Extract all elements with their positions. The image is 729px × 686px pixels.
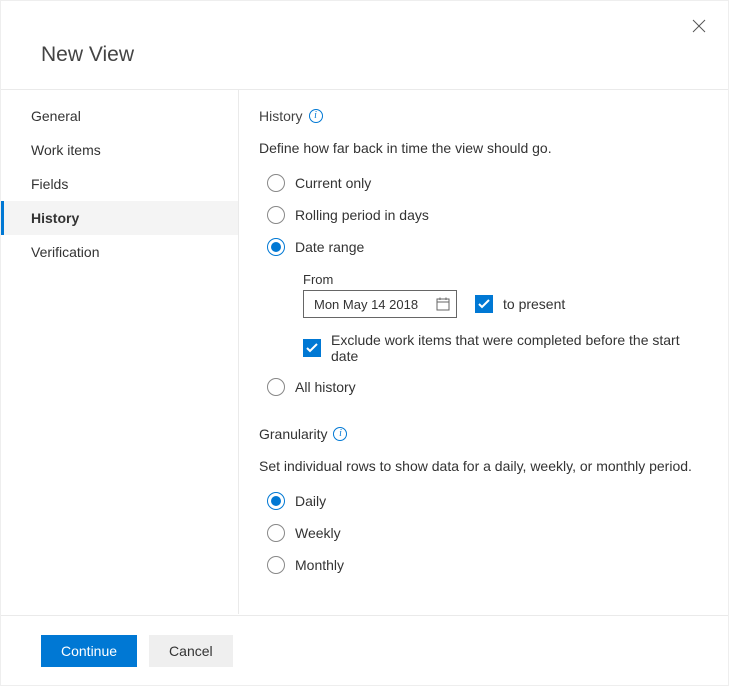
to-present-checkbox-row[interactable]: to present — [475, 295, 565, 313]
history-radio-group: Current only Rolling period in days Date… — [267, 174, 708, 396]
exclude-label: Exclude work items that were completed b… — [331, 332, 708, 364]
sidebar-item-work-items[interactable]: Work items — [1, 133, 238, 167]
radio-icon — [267, 174, 285, 192]
radio-rolling-period[interactable]: Rolling period in days — [267, 206, 708, 224]
exclude-checkbox-row[interactable]: Exclude work items that were completed b… — [303, 332, 708, 364]
modal-title: New View — [1, 1, 728, 90]
radio-icon — [267, 206, 285, 224]
date-range-sub: From Mon May 14 2018 — [303, 272, 708, 364]
sidebar: General Work items Fields History Verifi… — [1, 90, 239, 614]
radio-icon — [267, 492, 285, 510]
checkbox-icon — [475, 295, 493, 313]
checkbox-icon — [303, 339, 321, 357]
radio-label: Weekly — [295, 525, 341, 541]
from-label: From — [303, 272, 708, 287]
history-panel: History i Define how far back in time th… — [239, 90, 728, 614]
radio-label: Rolling period in days — [295, 207, 429, 223]
granularity-description: Set individual rows to show data for a d… — [259, 458, 708, 474]
info-icon[interactable]: i — [333, 427, 347, 441]
sidebar-item-verification[interactable]: Verification — [1, 235, 238, 269]
sidebar-item-general[interactable]: General — [1, 99, 238, 133]
granularity-radio-group: Daily Weekly Monthly — [267, 492, 708, 574]
radio-icon — [267, 556, 285, 574]
info-icon[interactable]: i — [309, 109, 323, 123]
close-icon — [692, 19, 706, 33]
radio-label: Current only — [295, 175, 371, 191]
radio-label: Monthly — [295, 557, 344, 573]
radio-icon — [267, 378, 285, 396]
radio-all-history[interactable]: All history — [267, 378, 708, 396]
history-heading-row: History i — [259, 108, 708, 124]
granularity-heading: Granularity — [259, 426, 327, 442]
radio-label: All history — [295, 379, 356, 395]
radio-monthly[interactable]: Monthly — [267, 556, 708, 574]
radio-weekly[interactable]: Weekly — [267, 524, 708, 542]
from-date-value: Mon May 14 2018 — [314, 297, 418, 312]
radio-date-range[interactable]: Date range — [267, 238, 708, 256]
calendar-icon — [436, 297, 450, 311]
continue-button[interactable]: Continue — [41, 635, 137, 667]
radio-icon — [267, 524, 285, 542]
history-description: Define how far back in time the view sho… — [259, 140, 708, 156]
modal-body: General Work items Fields History Verifi… — [1, 90, 728, 614]
close-button[interactable] — [692, 19, 706, 36]
radio-label: Daily — [295, 493, 326, 509]
to-present-label: to present — [503, 296, 565, 312]
radio-current-only[interactable]: Current only — [267, 174, 708, 192]
cancel-button[interactable]: Cancel — [149, 635, 233, 667]
granularity-heading-row: Granularity i — [259, 426, 708, 442]
sidebar-item-history[interactable]: History — [1, 201, 238, 235]
new-view-modal: New View General Work items Fields Histo… — [0, 0, 729, 686]
radio-daily[interactable]: Daily — [267, 492, 708, 510]
sidebar-item-fields[interactable]: Fields — [1, 167, 238, 201]
modal-footer: Continue Cancel — [1, 615, 728, 685]
radio-icon — [267, 238, 285, 256]
radio-label: Date range — [295, 239, 364, 255]
history-heading: History — [259, 108, 303, 124]
from-date-input[interactable]: Mon May 14 2018 — [303, 290, 457, 318]
